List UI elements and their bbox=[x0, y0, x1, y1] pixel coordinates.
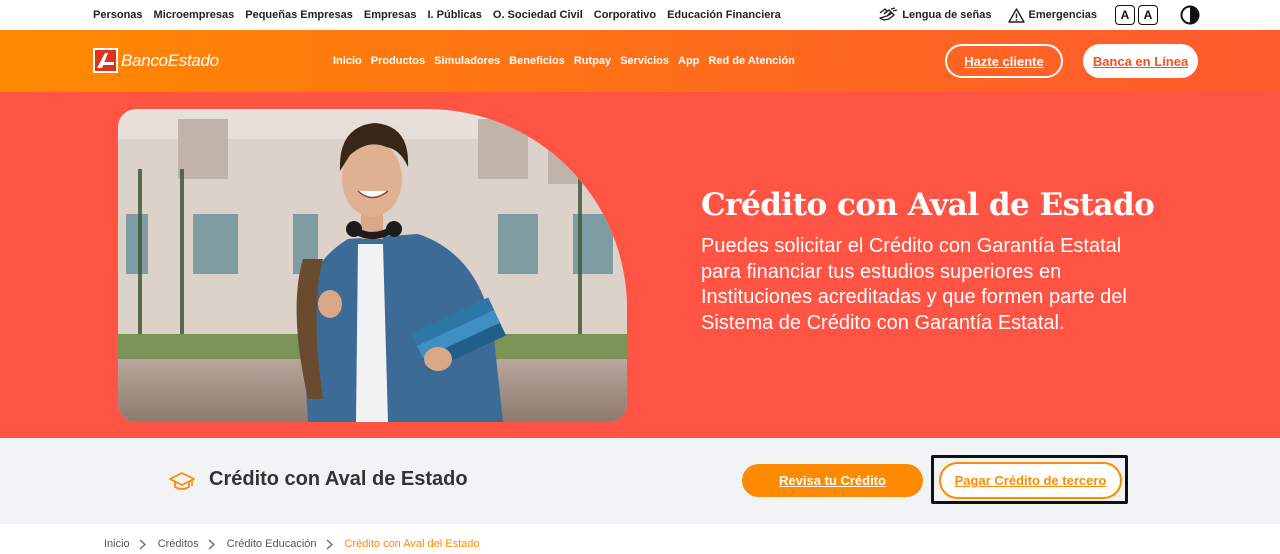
chevron-right-icon bbox=[326, 539, 333, 550]
nav-rutpay[interactable]: Rutpay bbox=[574, 55, 611, 67]
main-header: BancoEstado Inicio Productos Simuladores… bbox=[0, 30, 1280, 92]
breadcrumb-item-inicio[interactable]: Inicio bbox=[104, 538, 130, 550]
nav-productos[interactable]: Productos bbox=[371, 55, 425, 67]
bancoestado-logo[interactable]: BancoEstado bbox=[93, 48, 219, 73]
hero-title: Crédito con Aval de Estado bbox=[701, 187, 1155, 223]
hero-banner: Crédito con Aval de Estado Puedes solici… bbox=[0, 92, 1280, 438]
chevron-right-icon bbox=[208, 539, 215, 550]
online-banking-button[interactable]: Banca en Línea bbox=[1083, 44, 1198, 78]
logo-mark-icon bbox=[93, 48, 118, 73]
breadcrumb-item-creditos[interactable]: Créditos bbox=[158, 538, 199, 550]
product-title: Crédito con Aval de Estado bbox=[209, 468, 468, 490]
contrast-icon[interactable] bbox=[1180, 5, 1200, 25]
hero-description: Puedes solicitar el Crédito con Garantía… bbox=[701, 235, 1127, 334]
chevron-right-icon bbox=[139, 539, 146, 550]
become-client-button[interactable]: Hazte cliente bbox=[945, 44, 1063, 78]
segment-link-microempresas[interactable]: Microempresas bbox=[154, 9, 235, 21]
segment-link-instituciones-publicas[interactable]: I. Públicas bbox=[427, 9, 481, 21]
segment-link-sociedad-civil[interactable]: O. Sociedad Civil bbox=[493, 9, 583, 21]
font-size-controls: A A bbox=[1115, 5, 1158, 25]
sign-language-label: Lengua de señas bbox=[902, 9, 992, 21]
decrease-font-button[interactable]: A bbox=[1115, 5, 1135, 25]
review-credit-button[interactable]: Revisa tu Crédito bbox=[742, 464, 923, 497]
segment-link-empresas[interactable]: Empresas bbox=[364, 9, 417, 21]
segment-link-educacion-financiera[interactable]: Educación Financiera bbox=[667, 9, 781, 21]
nav-inicio[interactable]: Inicio bbox=[333, 55, 362, 67]
graduation-cap-icon bbox=[169, 472, 195, 490]
main-nav: Inicio Productos Simuladores Beneficios … bbox=[333, 30, 795, 92]
segment-link-pequenas-empresas[interactable]: Pequeñas Empresas bbox=[245, 9, 353, 21]
segment-link-personas[interactable]: Personas bbox=[93, 9, 143, 21]
emergencies-label: Emergencias bbox=[1028, 9, 1097, 21]
emergencies-link[interactable]: Emergencias bbox=[1007, 7, 1097, 23]
nav-servicios[interactable]: Servicios bbox=[620, 55, 669, 67]
segment-nav: Personas Microempresas Pequeñas Empresas… bbox=[93, 0, 781, 30]
warning-icon bbox=[1007, 7, 1025, 23]
increase-font-button[interactable]: A bbox=[1138, 5, 1158, 25]
breadcrumb: Inicio Créditos Crédito Educación Crédit… bbox=[104, 534, 480, 554]
product-bar: Crédito con Aval de Estado Revisa tu Cré… bbox=[0, 438, 1280, 524]
hero-student-image bbox=[118, 109, 627, 422]
sign-language-icon bbox=[879, 7, 898, 21]
nav-red-de-atencion[interactable]: Red de Atención bbox=[708, 55, 794, 67]
logo-text: BancoEstado bbox=[121, 50, 219, 70]
segment-link-corporativo[interactable]: Corporativo bbox=[594, 9, 656, 21]
sign-language-link[interactable]: Lengua de señas bbox=[878, 7, 992, 23]
nav-beneficios[interactable]: Beneficios bbox=[509, 55, 565, 67]
utility-bar: Personas Microempresas Pequeñas Empresas… bbox=[0, 0, 1280, 30]
nav-simuladores[interactable]: Simuladores bbox=[434, 55, 500, 67]
accessibility-tools: Lengua de señas Emergencias A A bbox=[878, 0, 1200, 30]
pay-third-party-credit-button[interactable]: Pagar Crédito de tercero bbox=[939, 462, 1122, 499]
breadcrumb-item-credito-educacion[interactable]: Crédito Educación bbox=[227, 538, 317, 550]
breadcrumb-current: Crédito con Aval del Estado bbox=[344, 538, 480, 550]
nav-app[interactable]: App bbox=[678, 55, 699, 67]
